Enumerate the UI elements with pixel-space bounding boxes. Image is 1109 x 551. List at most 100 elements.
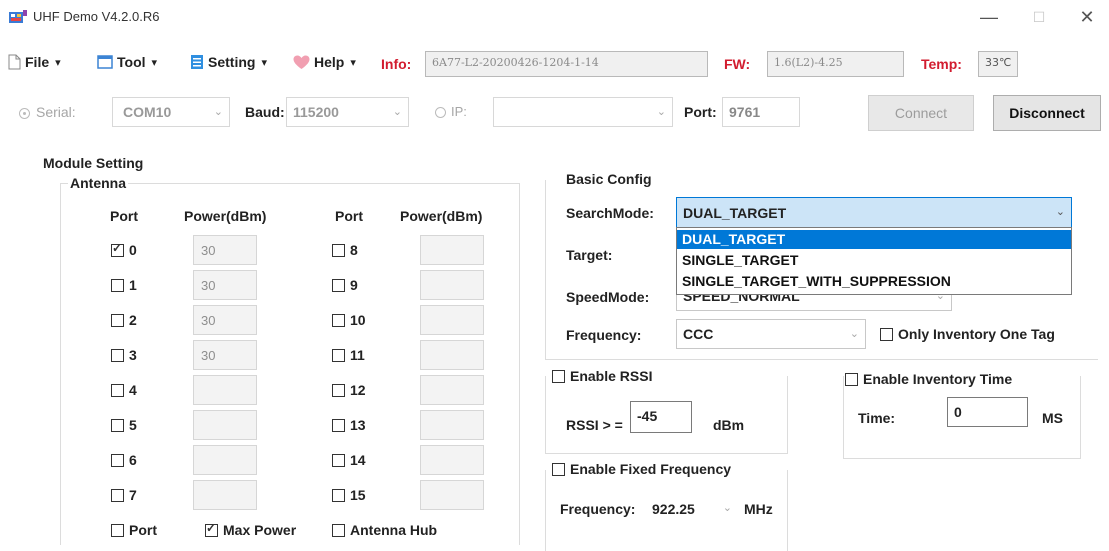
enable-inventory-time-label: Enable Inventory Time bbox=[863, 371, 1013, 387]
close-button[interactable]: ✕ bbox=[1066, 4, 1108, 30]
enable-fixed-frequency-checkbox[interactable]: Enable Fixed Frequency bbox=[552, 461, 735, 477]
checkbox-checked-icon bbox=[111, 241, 124, 257]
menu-file[interactable]: File ▾ bbox=[8, 54, 61, 70]
antenna-hub-checkbox[interactable]: Antenna Hub bbox=[332, 522, 437, 538]
dropdown-option-dual-target[interactable]: DUAL_TARGET bbox=[677, 230, 1071, 249]
column-header-power: Power(dBm) bbox=[184, 208, 267, 224]
column-header-port: Port bbox=[335, 208, 363, 224]
frequency-label: Frequency: bbox=[566, 327, 642, 343]
maximize-button[interactable]: ☐ bbox=[1018, 4, 1060, 30]
checkbox-icon bbox=[111, 453, 124, 467]
port-2-checkbox[interactable]: 2 bbox=[111, 312, 137, 328]
port-8-checkbox[interactable]: 8 bbox=[332, 242, 358, 258]
menu-help[interactable]: Help ▾ bbox=[293, 54, 356, 70]
port-12-checkbox[interactable]: 12 bbox=[332, 382, 366, 398]
port-label: 13 bbox=[350, 417, 366, 433]
port-value: 9761 bbox=[729, 104, 761, 120]
power-input-5[interactable] bbox=[193, 410, 257, 440]
port-11-checkbox[interactable]: 11 bbox=[332, 347, 365, 363]
power-input-1[interactable]: 30 bbox=[193, 270, 257, 300]
fw-label: FW: bbox=[724, 56, 751, 72]
disconnect-button[interactable]: Disconnect bbox=[993, 95, 1101, 131]
connect-button[interactable]: Connect bbox=[868, 95, 974, 131]
port-3-checkbox[interactable]: 3 bbox=[111, 347, 137, 363]
info-field: 6A77-L2-20200426-1204-1-14 bbox=[425, 51, 708, 77]
menu-file-label: File bbox=[25, 54, 50, 70]
power-input-12[interactable] bbox=[420, 375, 484, 405]
search-mode-select[interactable]: DUAL_TARGET ⌄ bbox=[676, 197, 1072, 228]
port-checkbox-label: Port bbox=[129, 522, 157, 538]
max-power-checkbox[interactable]: Max Power bbox=[205, 521, 296, 538]
only-inventory-one-tag-checkbox[interactable]: Only Inventory One Tag bbox=[880, 326, 1055, 342]
fw-field: 1.6(L2)-4.25 bbox=[767, 51, 904, 77]
power-input-3[interactable]: 30 bbox=[193, 340, 257, 370]
checkbox-icon bbox=[332, 453, 345, 467]
port-6-checkbox[interactable]: 6 bbox=[111, 452, 137, 468]
caret-down-icon: ▾ bbox=[261, 56, 267, 69]
enable-fixed-frequency-label: Enable Fixed Frequency bbox=[570, 461, 732, 477]
frequency-select[interactable]: CCC ⌄ bbox=[676, 319, 866, 349]
port-checkbox[interactable]: Port bbox=[111, 522, 157, 538]
power-input-13[interactable] bbox=[420, 410, 484, 440]
port-label: 3 bbox=[129, 347, 137, 363]
ip-select[interactable]: ⌄ bbox=[493, 97, 673, 127]
port-label: 8 bbox=[350, 242, 358, 258]
port-15-checkbox[interactable]: 15 bbox=[332, 487, 366, 503]
checkbox-icon bbox=[332, 488, 345, 502]
menu-tool[interactable]: Tool ▾ bbox=[97, 54, 157, 70]
checkbox-icon bbox=[111, 418, 124, 432]
chevron-down-icon: ⌄ bbox=[722, 502, 732, 514]
port-label: 0 bbox=[129, 242, 137, 258]
port-4-checkbox[interactable]: 4 bbox=[111, 382, 137, 398]
antenna-hub-label: Antenna Hub bbox=[350, 522, 438, 538]
temp-label: Temp: bbox=[921, 56, 962, 72]
checkbox-icon bbox=[552, 462, 565, 476]
power-input-4[interactable] bbox=[193, 375, 257, 405]
port-label: 11 bbox=[350, 347, 365, 363]
radio-icon bbox=[19, 108, 30, 119]
port-0-checkbox[interactable]: 0 bbox=[111, 241, 137, 258]
port-1-checkbox[interactable]: 1 bbox=[111, 277, 137, 293]
port-input[interactable]: 9761 bbox=[722, 97, 800, 127]
ip-label: IP: bbox=[451, 104, 467, 119]
enable-inventory-time-checkbox[interactable]: Enable Inventory Time bbox=[845, 371, 1016, 387]
power-input-0[interactable]: 30 bbox=[193, 235, 257, 265]
dropdown-option-single-target[interactable]: SINGLE_TARGET bbox=[677, 251, 1071, 270]
power-input-7[interactable] bbox=[193, 480, 257, 510]
port-13-checkbox[interactable]: 13 bbox=[332, 417, 366, 433]
power-input-2[interactable]: 30 bbox=[193, 305, 257, 335]
enable-rssi-checkbox[interactable]: Enable RSSI bbox=[552, 368, 656, 384]
port-label: 7 bbox=[129, 487, 137, 503]
menu-setting[interactable]: Setting ▾ bbox=[190, 54, 267, 70]
power-input-9[interactable] bbox=[420, 270, 484, 300]
caret-down-icon: ▾ bbox=[151, 56, 158, 69]
checkbox-icon bbox=[332, 243, 345, 257]
power-input-11[interactable] bbox=[420, 340, 484, 370]
port-9-checkbox[interactable]: 9 bbox=[332, 277, 358, 293]
checkbox-icon bbox=[332, 383, 345, 397]
power-input-15[interactable] bbox=[420, 480, 484, 510]
checkbox-icon bbox=[111, 523, 124, 537]
chevron-down-icon: ⌄ bbox=[656, 106, 666, 118]
port-5-checkbox[interactable]: 5 bbox=[111, 417, 137, 433]
checkbox-icon bbox=[845, 372, 858, 386]
port-label: 5 bbox=[129, 417, 137, 433]
time-input[interactable]: 0 bbox=[947, 397, 1028, 427]
power-input-14[interactable] bbox=[420, 445, 484, 475]
checkbox-icon bbox=[332, 278, 345, 292]
temp-field: 33℃ bbox=[978, 51, 1018, 77]
port-14-checkbox[interactable]: 14 bbox=[332, 452, 366, 468]
port-10-checkbox[interactable]: 10 bbox=[332, 312, 366, 328]
baud-select[interactable]: 115200 ⌄ bbox=[286, 97, 409, 127]
rssi-input[interactable]: -45 bbox=[630, 401, 692, 433]
fixed-frequency-unit: MHz bbox=[744, 501, 773, 517]
power-input-10[interactable] bbox=[420, 305, 484, 335]
port-7-checkbox[interactable]: 7 bbox=[111, 487, 137, 503]
power-input-8[interactable] bbox=[420, 235, 484, 265]
minimize-button[interactable]: — bbox=[968, 4, 1010, 30]
checkbox-icon bbox=[111, 313, 124, 327]
serial-port-select[interactable]: COM10 ⌄ bbox=[112, 97, 230, 127]
fixed-frequency-select[interactable]: 922.25 ⌄ bbox=[649, 493, 739, 523]
power-input-6[interactable] bbox=[193, 445, 257, 475]
dropdown-option-single-target-with-suppression[interactable]: SINGLE_TARGET_WITH_SUPPRESSION bbox=[677, 272, 1071, 291]
